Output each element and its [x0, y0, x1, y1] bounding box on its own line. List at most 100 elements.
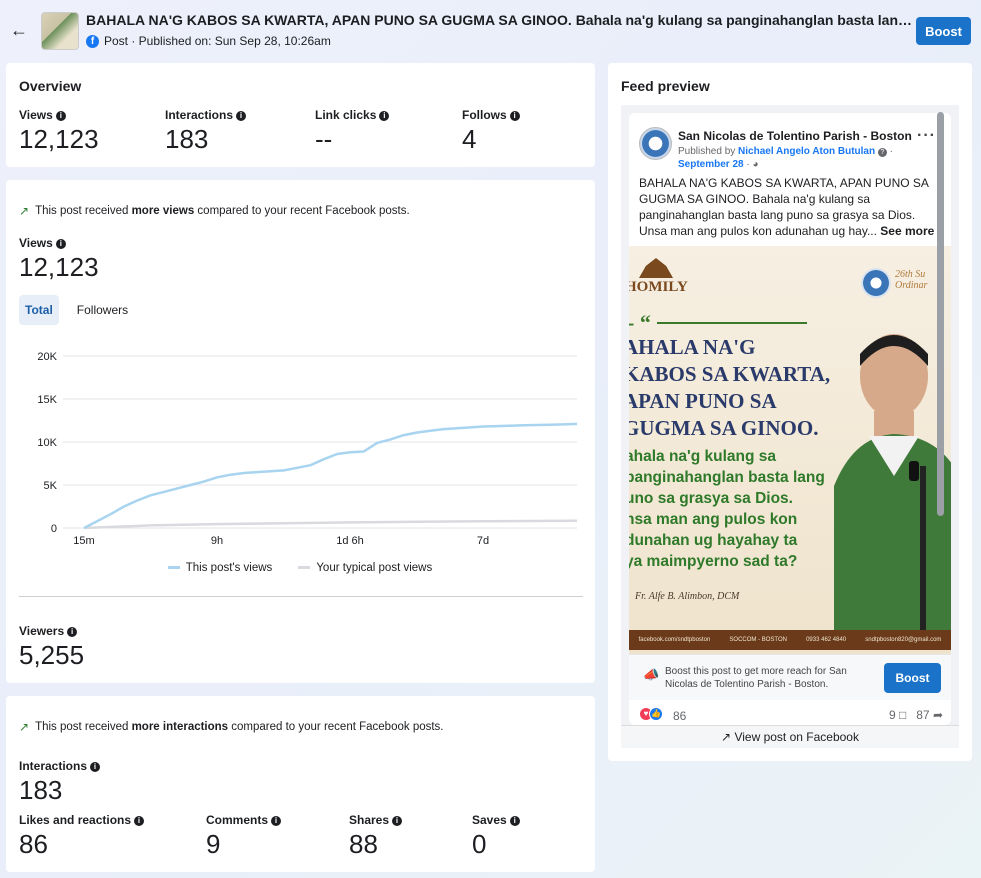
see-more-link[interactable]: See more	[880, 224, 934, 238]
legend-item-this-post[interactable]: This post's views	[167, 562, 272, 574]
overview-title: Overview	[19, 78, 82, 94]
page-avatar[interactable]	[639, 127, 672, 160]
info-icon[interactable]: i	[55, 239, 66, 249]
megaphone-icon: 📣	[643, 667, 660, 682]
metric-value: 86	[19, 829, 48, 859]
preview-boost-button[interactable]: Boost	[884, 663, 941, 693]
info-icon[interactable]: i	[392, 816, 403, 826]
metric-follows: Follows i 4	[462, 108, 520, 155]
priest-photo	[834, 334, 951, 646]
metric-shares: Shares i 88	[349, 813, 403, 860]
y-tick-label: 0	[51, 523, 57, 535]
divider	[19, 596, 583, 597]
views-value: 12,123	[19, 252, 99, 282]
series-line-your-typical-post-views[interactable]	[83, 519, 578, 530]
interactions-value: 183	[19, 775, 63, 805]
views-line-chart: 0 5K 10K 15K 20K 15m 9h 1d 6h 7d	[37, 351, 578, 547]
views-total: Views i 12,123	[19, 236, 99, 282]
metric-value: 0	[472, 829, 487, 859]
published-by: Published by Nichael Angelo Aton Butulan…	[678, 146, 893, 170]
viewers-value: 5,255	[19, 640, 85, 670]
views-tabs: Total Followers	[19, 295, 146, 325]
metric-value: 4	[462, 124, 477, 154]
interactions-total: Interactions i 183	[19, 759, 101, 806]
info-icon[interactable]: i	[55, 111, 66, 121]
info-icon[interactable]: i	[509, 111, 520, 121]
x-tick-label: 1d 6h	[336, 535, 364, 547]
legend-item-typical[interactable]: Your typical post views	[298, 562, 432, 574]
y-tick-label: 15K	[37, 394, 57, 406]
interactions-trend-note: ↗ This post received more interactions c…	[19, 720, 444, 734]
y-tick-label: 20K	[37, 351, 57, 363]
metric-value: 9	[206, 829, 221, 859]
post-meta: f Post · Published on: Sun Sep 28, 10:26…	[86, 34, 331, 48]
series-line-this-post-s-views[interactable]	[83, 422, 578, 530]
boost-button[interactable]: Boost	[916, 17, 971, 45]
tab-total[interactable]: Total	[19, 295, 59, 325]
post-meta-text: Post · Published on: Sun Sep 28, 10:26am	[104, 34, 331, 48]
metric-link-clicks: Link clicks i --	[315, 108, 390, 155]
metric-value: 12,123	[19, 124, 99, 154]
facebook-icon: f	[86, 34, 99, 48]
info-icon[interactable]: i	[90, 762, 101, 772]
y-tick-label: 5K	[44, 480, 58, 492]
globe-icon: ◕	[752, 159, 759, 170]
x-tick-label: 7d	[477, 535, 489, 547]
page-name[interactable]: San Nicolas de Tolentino Parish - Boston	[678, 129, 912, 143]
chart-legend: This post's views Your typical post view…	[6, 562, 594, 574]
x-tick-label: 9h	[211, 535, 223, 547]
view-on-facebook-link[interactable]: ↗ View post on Facebook	[621, 725, 959, 748]
parish-logo-icon	[861, 268, 891, 298]
views-trend-note: ↗ This post received more views compared…	[19, 204, 410, 218]
metric-value: --	[315, 124, 333, 154]
interactions-card: ↗ This post received more interactions c…	[6, 696, 595, 872]
share-icon: ➦	[932, 708, 943, 722]
info-icon[interactable]: i	[509, 816, 520, 826]
x-tick-label: 15m	[73, 535, 94, 547]
info-icon[interactable]: i	[379, 111, 390, 121]
metric-views: Views i 12,123	[19, 108, 99, 154]
reaction-icons[interactable]: ♥ 👍	[639, 707, 663, 721]
info-icon[interactable]: i	[134, 816, 145, 826]
trend-up-icon: ↗	[19, 204, 30, 218]
info-icon[interactable]: i	[236, 111, 247, 121]
back-arrow-icon[interactable]: ←	[10, 20, 30, 40]
reaction-count[interactable]: 86	[673, 709, 686, 723]
homily-label: HOMILY	[629, 279, 688, 295]
help-icon: ?	[877, 148, 887, 157]
info-icon[interactable]: i	[67, 627, 78, 637]
image-footer: facebook.com/sndtpboston SOCCOM - BOSTON…	[629, 630, 951, 650]
info-icon[interactable]: i	[271, 816, 282, 826]
views-card: ↗ This post received more views compared…	[6, 180, 595, 683]
post-text: BAHALA NA'G KABOS SA KWARTA, APAN PUNO S…	[639, 176, 935, 238]
feed-preview-title: Feed preview	[621, 78, 710, 94]
more-options-icon[interactable]: ···	[917, 127, 936, 145]
publisher-link[interactable]: Nichael Angelo Aton Butulan	[738, 146, 875, 157]
church-icon	[639, 258, 673, 278]
boost-prompt-text: Boost this post to get more reach for Sa…	[665, 666, 847, 690]
reactions-row: ♥ 👍 86 9 □ 87 ➦	[629, 704, 951, 724]
metric-value: 183	[165, 124, 209, 154]
quote-mark-icon: - “	[629, 310, 651, 335]
tab-followers[interactable]: Followers	[71, 295, 134, 325]
comment-icon: □	[898, 708, 907, 722]
metric-likes-reactions: Likes and reactions i 86	[19, 813, 145, 860]
comments-shares: 9 □ 87 ➦	[888, 708, 943, 722]
sunday-label: 26th Su Ordinar	[895, 269, 928, 291]
boost-prompt: 📣 Boost this post to get more reach for …	[629, 654, 951, 700]
preview-scrollbar[interactable]	[937, 112, 944, 516]
metric-value: 88	[349, 829, 378, 859]
homily-headline: AHALA NA'G KABOS SA KWARTA, APAN PUNO SA…	[629, 335, 831, 440]
trend-up-icon: ↗	[19, 720, 30, 734]
homily-author: Fr. Alfe B. Alimbon, DCM	[635, 591, 740, 602]
metric-interactions: Interactions i 183	[165, 108, 247, 155]
quote-line	[657, 322, 807, 324]
post-thumbnail	[41, 12, 79, 50]
post-date-link[interactable]: September 28	[678, 159, 744, 170]
viewers: Viewers i 5,255	[19, 624, 85, 670]
post-image[interactable]: HOMILY 26th Su Ordinar - “ AHALA NA'G KA…	[629, 246, 951, 654]
top-bar: ← BAHALA NA'G KABOS SA KWARTA, APAN PUNO…	[0, 0, 981, 62]
feed-preview-frame: San Nicolas de Tolentino Parish - Boston…	[621, 105, 959, 748]
facebook-post-preview: San Nicolas de Tolentino Parish - Boston…	[629, 113, 951, 725]
overview-card: Overview Views i 12,123 Interactions i 183…	[6, 63, 595, 167]
